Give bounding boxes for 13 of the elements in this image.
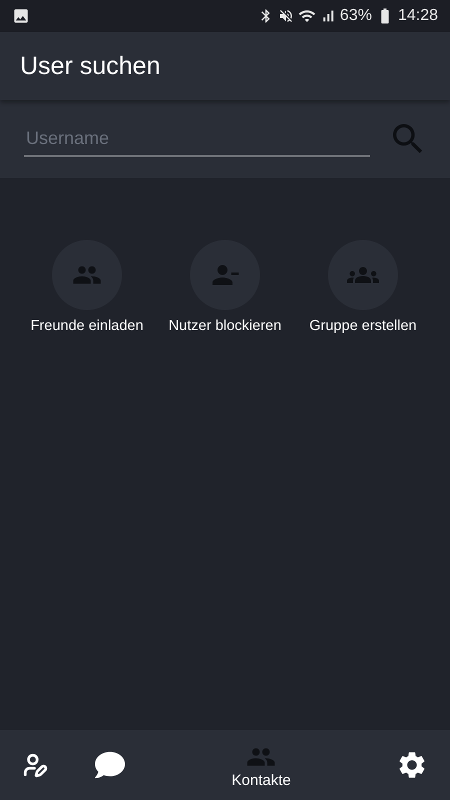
mute-icon (278, 8, 294, 24)
screen-title: User suchen (20, 52, 160, 80)
action-label: Freunde einladen (30, 318, 144, 334)
image-icon (12, 7, 30, 25)
username-field[interactable]: Username (24, 122, 370, 156)
action-label: Gruppe erstellen (309, 318, 417, 334)
chat-bubble-icon (94, 750, 124, 780)
clock: 14:28 (398, 7, 438, 25)
search-bar[interactable]: Username (0, 100, 450, 178)
action-label: Nutzer blockieren (168, 318, 282, 334)
battery-percent: 63% (340, 7, 372, 25)
nav-tab[interactable]: Kontakte (167, 742, 356, 788)
user-edit-icon (22, 752, 48, 778)
